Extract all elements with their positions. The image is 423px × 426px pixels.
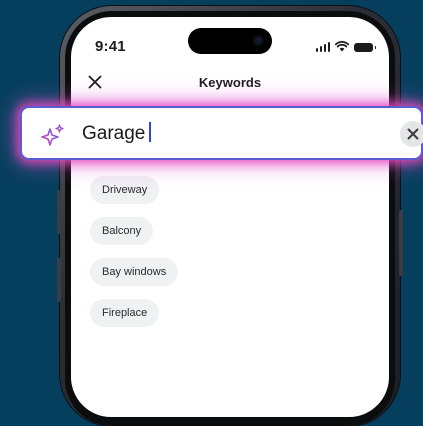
- sparkle-icon: [41, 124, 64, 146]
- search-input-text: Garage: [82, 123, 146, 144]
- text-caret: [149, 122, 152, 142]
- keyword-chip-bay-windows[interactable]: Bay windows: [90, 258, 179, 286]
- volume-down-button: [57, 258, 61, 302]
- status-icons: [315, 41, 376, 52]
- phone-screen: 9:41 Keywords Driveway Balcony Bay windo…: [71, 17, 389, 417]
- power-button: [399, 210, 403, 276]
- wifi-icon: [335, 41, 349, 52]
- battery-icon: [354, 43, 376, 52]
- cellular-signal-icon: [315, 42, 330, 52]
- keyword-chip-fireplace[interactable]: Fireplace: [90, 299, 160, 327]
- search-input[interactable]: Garage: [82, 122, 152, 146]
- keyword-chip-balcony[interactable]: Balcony: [90, 217, 154, 245]
- volume-up-button: [57, 190, 61, 234]
- page-title: Keywords: [198, 75, 262, 90]
- clear-icon[interactable]: [400, 121, 423, 147]
- keyword-chip-driveway[interactable]: Driveway: [90, 176, 160, 204]
- front-camera: [253, 35, 264, 46]
- dynamic-island: [188, 28, 272, 54]
- keyword-search-field[interactable]: Garage: [20, 106, 423, 160]
- status-time: 9:41: [95, 38, 126, 55]
